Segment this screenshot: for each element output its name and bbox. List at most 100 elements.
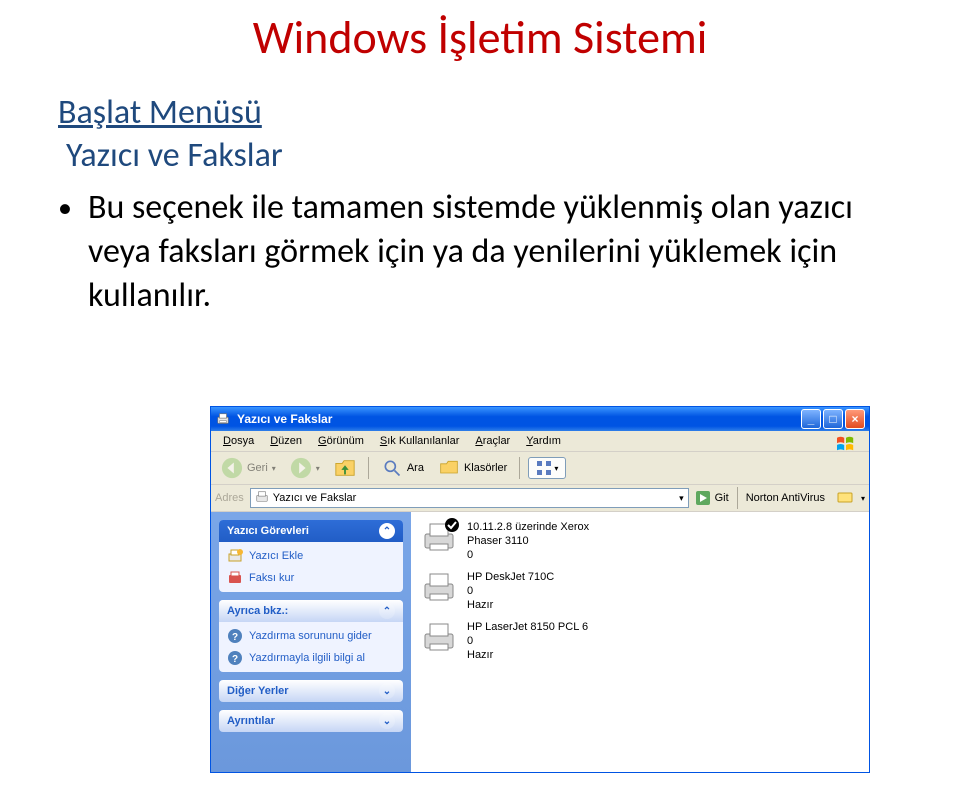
printer-icon	[421, 620, 457, 656]
separator	[368, 457, 369, 479]
menu-help[interactable]: Yardım	[518, 433, 569, 449]
add-printer-icon	[227, 548, 243, 564]
go-button[interactable]: Git	[695, 490, 729, 506]
printers-window: Yazıcı ve Fakslar _ □ × Dosya Düzen Görü…	[210, 406, 870, 773]
back-icon	[221, 457, 243, 479]
up-button[interactable]	[330, 455, 360, 481]
details-panel: Ayrıntılar ⌄	[219, 710, 403, 732]
chevron-down-icon: ▾	[272, 464, 276, 473]
printer-name: 10.11.2.8 üzerinde Xerox	[467, 520, 589, 534]
collapse-icon: ⌃	[379, 603, 395, 619]
bullet-item: • Bu seçenek ile tamamen sistemde yüklen…	[58, 186, 902, 318]
printing-info-link[interactable]: ? Yazdırmayla ilgili bilgi al	[227, 650, 395, 666]
address-value: Yazıcı ve Fakslar	[273, 492, 357, 504]
window-titlebar[interactable]: Yazıcı ve Fakslar _ □ ×	[211, 407, 869, 431]
details-header[interactable]: Ayrıntılar ⌄	[219, 710, 403, 732]
menu-edit[interactable]: Düzen	[262, 433, 310, 449]
search-label: Ara	[407, 462, 424, 474]
menu-file[interactable]: Dosya	[215, 433, 262, 449]
printer-folder-icon	[215, 411, 231, 427]
maximize-button[interactable]: □	[823, 409, 843, 429]
menu-favorites[interactable]: Sık Kullanılanlar	[372, 433, 468, 449]
search-icon	[381, 457, 403, 479]
printer-tasks-header[interactable]: Yazıcı Görevleri ⌃	[219, 520, 403, 542]
printer-queue: 0	[467, 584, 554, 598]
printer-queue: 0	[467, 634, 588, 648]
menu-bar: Dosya Düzen Görünüm Sık Kullanılanlar Ar…	[211, 431, 869, 452]
printer-name: HP DeskJet 710C	[467, 570, 554, 584]
printer-item[interactable]: HP LaserJet 8150 PCL 6 0 Hazır	[421, 618, 859, 664]
toolbar: Geri ▾ ▾ Ara Klasörler	[211, 452, 869, 485]
printer-tasks-title: Yazıcı Görevleri	[227, 525, 309, 537]
address-field[interactable]: Yazıcı ve Fakslar ▾	[250, 488, 689, 508]
printer-status: 0	[467, 548, 589, 562]
troubleshoot-link[interactable]: ? Yazdırma sorununu gider	[227, 628, 395, 644]
windows-logo-icon	[827, 433, 865, 458]
chevron-down-icon[interactable]: ▾	[861, 494, 865, 503]
menu-tools[interactable]: Araçlar	[467, 433, 518, 449]
norton-icon	[837, 489, 853, 508]
fax-icon	[227, 570, 243, 586]
expand-icon: ⌄	[379, 683, 395, 699]
printer-list: 10.11.2.8 üzerinde Xerox Phaser 3110 0 H…	[411, 512, 869, 772]
printing-info-label: Yazdırmayla ilgili bilgi al	[249, 652, 365, 664]
details-title: Ayrıntılar	[227, 715, 275, 727]
subtitle-printers-faxes: Yazıcı ve Fakslar	[66, 135, 902, 176]
view-mode-button[interactable]: ▾	[528, 457, 566, 479]
menu-view[interactable]: Görünüm	[310, 433, 372, 449]
minimize-button[interactable]: _	[801, 409, 821, 429]
other-places-panel: Diğer Yerler ⌄	[219, 680, 403, 702]
svg-text:?: ?	[232, 632, 238, 643]
close-button[interactable]: ×	[845, 409, 865, 429]
collapse-icon: ⌃	[379, 523, 395, 539]
printer-status: Hazır	[467, 598, 554, 612]
window-content: Yazıcı Görevleri ⌃ Yazıcı Ekle Fa	[211, 512, 869, 772]
troubleshoot-label: Yazdırma sorununu gider	[249, 630, 372, 642]
folders-icon	[438, 457, 460, 479]
chevron-down-icon[interactable]: ▾	[679, 493, 684, 504]
help-icon: ?	[227, 650, 243, 666]
printer-item[interactable]: HP DeskJet 710C 0 Hazır	[421, 568, 859, 614]
back-label: Geri	[247, 462, 268, 474]
printer-icon	[421, 570, 457, 606]
separator	[737, 487, 738, 509]
printer-status: Hazır	[467, 648, 588, 662]
printer-item[interactable]: 10.11.2.8 üzerinde Xerox Phaser 3110 0	[421, 518, 859, 564]
forward-icon	[290, 457, 312, 479]
separator	[519, 457, 520, 479]
back-button[interactable]: Geri ▾	[217, 455, 280, 481]
other-places-header[interactable]: Diğer Yerler ⌄	[219, 680, 403, 702]
chevron-down-icon: ▾	[316, 464, 320, 473]
go-icon	[695, 490, 711, 506]
printer-folder-icon	[255, 490, 269, 507]
search-button[interactable]: Ara	[377, 455, 428, 481]
folders-button[interactable]: Klasörler	[434, 455, 511, 481]
window-title: Yazıcı ve Fakslar	[237, 412, 801, 426]
bullet-text: Bu seçenek ile tamamen sistemde yüklenmi…	[88, 186, 902, 318]
address-label: Adres	[215, 492, 244, 504]
go-label: Git	[715, 492, 729, 504]
see-also-panel: Ayrıca bkz.: ⌃ ? Yazdırma sorununu gider…	[219, 600, 403, 672]
setup-fax-link[interactable]: Faksı kur	[227, 570, 395, 586]
page-title: Windows İşletim Sistemi	[58, 10, 902, 66]
bullet-dot: •	[58, 186, 72, 230]
other-places-title: Diğer Yerler	[227, 685, 289, 697]
svg-text:?: ?	[232, 654, 238, 665]
folder-up-icon	[334, 457, 356, 479]
printer-name: HP LaserJet 8150 PCL 6	[467, 620, 588, 634]
printer-name-line2: Phaser 3110	[467, 534, 589, 548]
add-printer-link[interactable]: Yazıcı Ekle	[227, 548, 395, 564]
forward-button[interactable]: ▾	[286, 455, 324, 481]
folders-label: Klasörler	[464, 462, 507, 474]
help-icon: ?	[227, 628, 243, 644]
add-printer-label: Yazıcı Ekle	[249, 550, 303, 562]
printer-icon	[421, 520, 457, 556]
setup-fax-label: Faksı kur	[249, 572, 294, 584]
norton-antivirus-label[interactable]: Norton AntiVirus	[746, 492, 825, 504]
see-also-header[interactable]: Ayrıca bkz.: ⌃	[219, 600, 403, 622]
subtitle-start-menu: Başlat Menüsü	[58, 92, 902, 133]
printer-tasks-panel: Yazıcı Görevleri ⌃ Yazıcı Ekle Fa	[219, 520, 403, 592]
sidebar: Yazıcı Görevleri ⌃ Yazıcı Ekle Fa	[211, 512, 411, 772]
chevron-down-icon: ▾	[554, 464, 558, 473]
address-bar: Adres Yazıcı ve Fakslar ▾ Git Norton Ant…	[211, 485, 869, 512]
